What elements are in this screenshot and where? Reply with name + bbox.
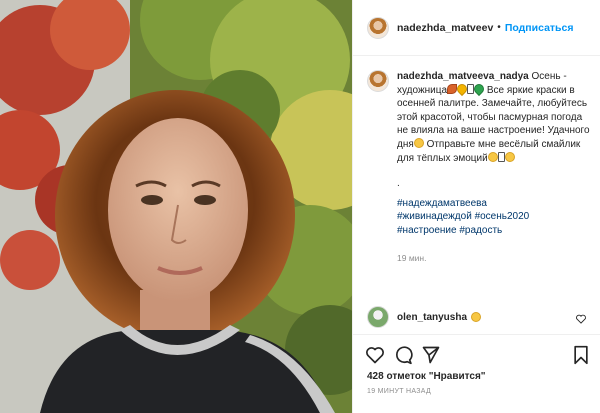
portrait-image: [0, 0, 352, 413]
smile-emoji-icon: [471, 312, 482, 322]
header-username[interactable]: nadezhda_matveev: [397, 22, 493, 34]
post-time[interactable]: 19 МИНУТ НАЗАД: [367, 388, 431, 395]
caption-body: nadezhda_matveeva_nadya Осень - художниц…: [397, 70, 592, 265]
like-heart-icon[interactable]: [365, 345, 385, 365]
caption-username[interactable]: nadezhda_matveeva_nadya: [397, 71, 529, 82]
avatar[interactable]: [367, 16, 389, 39]
hashtag-link[interactable]: #радость: [459, 225, 502, 236]
green-heart-icon: [471, 81, 487, 96]
comment-like-heart-icon[interactable]: [575, 314, 587, 324]
post-side-panel: nadezhda_matveev • Подписаться nadezhda_…: [352, 0, 600, 413]
comment-bubble-icon[interactable]: [393, 345, 413, 365]
missing-glyph-icon: [497, 151, 505, 162]
save-bookmark-icon[interactable]: [571, 345, 591, 365]
hashtag-link[interactable]: #осень2020: [475, 211, 530, 222]
hashtag-link[interactable]: #настроение: [397, 225, 457, 236]
smile-emoji-icon: [487, 151, 498, 162]
post-header: nadezhda_matveev • Подписаться: [353, 0, 600, 56]
laugh-emoji-icon: [504, 151, 515, 162]
follow-button[interactable]: Подписаться: [505, 22, 574, 34]
hashtags: #надеждаматвеева #живинадеждой #осень202…: [397, 197, 592, 238]
comment-avatar[interactable]: [367, 306, 389, 328]
hashtag-link[interactable]: #надеждаматвеева: [397, 198, 487, 209]
header-separator: •: [497, 22, 501, 33]
caption-dot: .: [397, 178, 400, 190]
caption: nadezhda_matveeva_nadya Осень - художниц…: [367, 70, 597, 265]
comment-username[interactable]: olen_tanyusha: [397, 312, 467, 323]
post-photo[interactable]: [0, 0, 352, 413]
likes-count[interactable]: 428 отметок "Нравится": [367, 371, 486, 382]
smile-emoji-icon: [413, 137, 424, 148]
caption-time[interactable]: 19 мин.: [397, 252, 592, 266]
share-paper-plane-icon[interactable]: [421, 345, 441, 365]
caption-avatar[interactable]: [367, 70, 389, 92]
hashtag-link[interactable]: #живинадеждой: [397, 211, 472, 222]
comment-row: olen_tanyusha: [367, 306, 597, 328]
post-actions: 428 отметок "Нравится" 19 МИНУТ НАЗАД: [353, 334, 600, 413]
instagram-post: nadezhda_matveev • Подписаться nadezhda_…: [0, 0, 600, 413]
